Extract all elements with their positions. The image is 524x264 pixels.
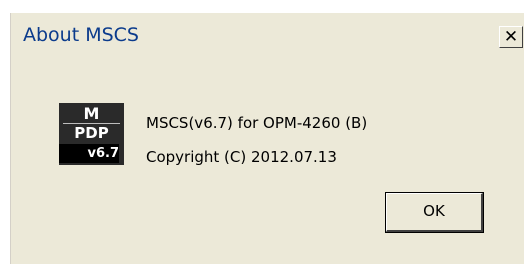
product-version-text: MSCS(v6.7) for OPM-4260 (B) [146,114,368,132]
app-icon-line-m: M [83,104,100,123]
ok-button[interactable]: OK [385,192,484,233]
app-icon-line-pdp: PDP [74,124,109,142]
app-icon: M PDP v6.7 [59,103,124,165]
copyright-text: Copyright (C) 2012.07.13 [146,148,337,166]
window-title: About MSCS [23,24,139,46]
app-icon-version: v6.7 [59,144,119,163]
close-icon: ✕ [503,27,519,47]
close-button[interactable]: ✕ [499,26,523,48]
title-bar[interactable]: About MSCS ✕ [11,13,524,57]
